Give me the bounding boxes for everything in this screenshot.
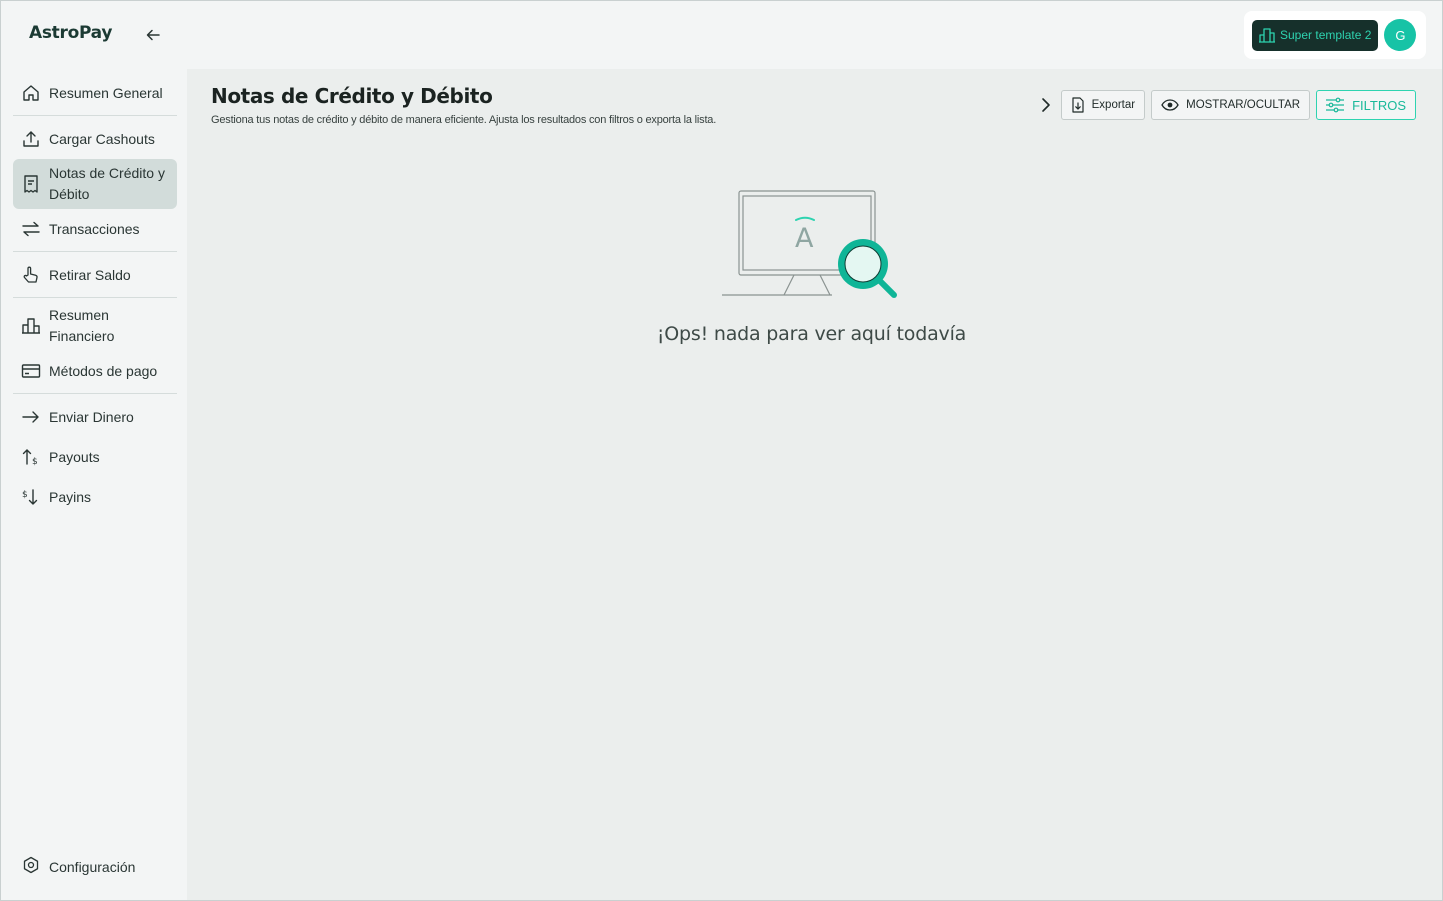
collapse-sidebar-button[interactable] [143, 25, 163, 45]
main-content: Notas de Crédito y Débito Gestiona tus n… [187, 69, 1442, 900]
sidebar-item-transacciones[interactable]: Transacciones [13, 209, 177, 249]
upload-icon [21, 129, 41, 149]
payin-icon: $ [21, 487, 41, 507]
sliders-icon [1326, 97, 1345, 113]
sidebar: AstroPay Resumen General Cargar Cashouts… [1, 1, 187, 900]
filters-button[interactable]: FILTROS [1316, 90, 1416, 120]
sidebar-nav: Resumen General Cargar Cashouts Notas de… [13, 73, 177, 517]
nav-divider [13, 393, 177, 394]
workspace-label: Super template 2 [1280, 28, 1372, 42]
home-icon [21, 83, 41, 103]
chevron-right-icon [1041, 98, 1050, 112]
empty-state: A ¡Ops! nada para ver aquí todavía [187, 184, 1442, 345]
sidebar-item-metodos-pago[interactable]: Métodos de pago [13, 351, 177, 391]
transfer-arrows-icon [21, 219, 41, 239]
nav-divider [13, 251, 177, 252]
sidebar-item-configuracion[interactable]: Configuración [21, 855, 135, 878]
arrow-left-icon [146, 29, 160, 41]
gear-icon [21, 855, 41, 878]
svg-text:$: $ [32, 457, 38, 467]
sidebar-item-retirar-saldo[interactable]: Retirar Saldo [13, 255, 177, 295]
sidebar-item-label: Resumen Financiero [49, 307, 115, 344]
sidebar-item-label: Retirar Saldo [49, 266, 131, 283]
workspace-selector-button[interactable]: Super template 2 [1252, 19, 1379, 51]
show-hide-columns-button[interactable]: MOSTRAR/OCULTAR [1151, 90, 1311, 120]
nav-divider [13, 115, 177, 116]
sidebar-item-label: Payouts [49, 448, 100, 465]
sidebar-item-label: Métodos de pago [49, 362, 158, 379]
page-subtitle: Gestiona tus notas de crédito y débito d… [211, 114, 717, 126]
file-download-icon [1072, 97, 1084, 113]
arrow-right-icon [21, 407, 41, 427]
receipt-icon [21, 174, 41, 194]
page-title: Notas de Crédito y Débito [211, 84, 493, 108]
sidebar-item-notas-credito-debito[interactable]: Notas de Crédito y Débito [13, 159, 177, 209]
export-button[interactable]: Exportar [1060, 90, 1146, 120]
account-bar: Super template 2 G [1244, 11, 1426, 59]
payout-icon: $ [21, 447, 41, 467]
svg-text:$: $ [22, 490, 28, 500]
avatar[interactable]: G [1384, 19, 1417, 51]
sidebar-item-enviar-dinero[interactable]: Enviar Dinero [13, 397, 177, 437]
hand-tap-icon [21, 265, 41, 285]
sidebar-item-payins[interactable]: $ Payins [13, 477, 177, 517]
sidebar-item-label: Notas de Crédito y Débito [49, 165, 165, 202]
illustration-letter: A [795, 223, 814, 254]
eye-icon [1161, 99, 1179, 111]
nav-divider [13, 297, 177, 298]
astropay-logo[interactable]: AstroPay [29, 23, 112, 43]
sidebar-item-resumen-general[interactable]: Resumen General [13, 73, 177, 113]
page-actions: Exportar MOSTRAR/OCULTAR FILTROS [1039, 90, 1416, 120]
sidebar-item-payouts[interactable]: $ Payouts [13, 437, 177, 477]
sidebar-item-label: Payins [49, 488, 92, 505]
sidebar-item-label: Transacciones [49, 220, 140, 237]
sidebar-item-label: Resumen General [49, 84, 163, 101]
filters-label: FILTROS [1352, 97, 1406, 113]
bar-chart-icon [21, 316, 41, 336]
credit-card-icon [21, 361, 41, 381]
sidebar-item-resumen-financiero[interactable]: Resumen Financiero [13, 301, 177, 351]
empty-search-illustration: A [721, 190, 897, 298]
config-label: Configuración [49, 858, 136, 875]
sidebar-item-label: Cargar Cashouts [49, 130, 155, 147]
show-hide-label: MOSTRAR/OCULTAR [1186, 99, 1301, 111]
empty-state-message: ¡Ops! nada para ver aquí todavía [656, 323, 967, 345]
expand-actions-button[interactable] [1039, 90, 1053, 120]
export-label: Exportar [1091, 99, 1136, 111]
building-icon [1259, 28, 1275, 43]
sidebar-item-label: Enviar Dinero [49, 408, 134, 425]
sidebar-item-cargar-cashouts[interactable]: Cargar Cashouts [13, 119, 177, 159]
